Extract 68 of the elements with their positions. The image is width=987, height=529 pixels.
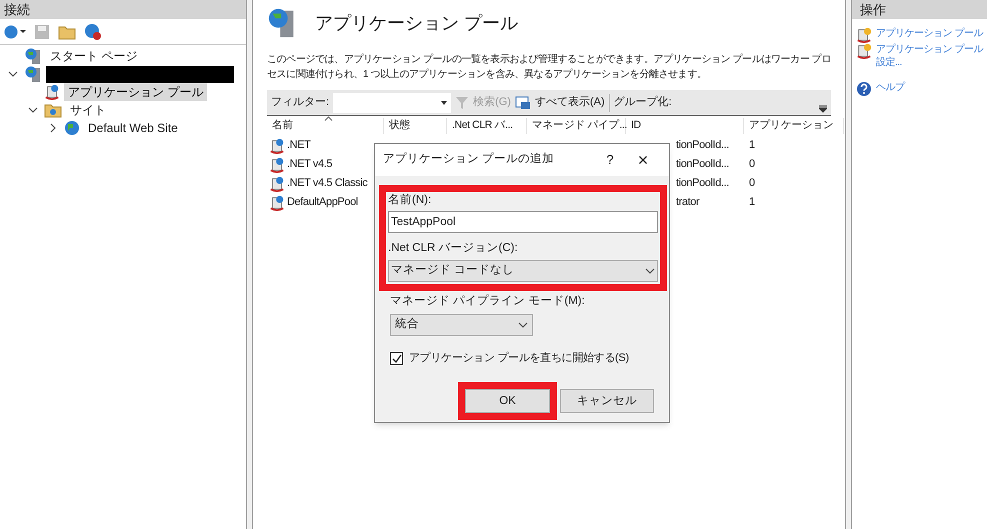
table-cell-text: DefaultAppPool	[287, 195, 358, 210]
table-cell-text: .NET v4.5	[287, 157, 332, 172]
start-checkbox[interactable]	[390, 352, 403, 364]
table-cell: 0	[749, 158, 755, 170]
dialog-title: アプリケーション プールの追加	[383, 151, 556, 168]
folder-icon	[44, 102, 62, 118]
globe-icon[interactable]	[4, 24, 26, 40]
name-field[interactable]: TestAppPool	[388, 211, 658, 234]
show-all-icon[interactable]	[514, 96, 531, 110]
clr-label: .Net CLR バージョン(C):	[388, 241, 519, 256]
pool-icon	[269, 194, 285, 210]
action-link[interactable]: ヘルプ	[876, 81, 904, 94]
globe-icon	[64, 120, 80, 136]
pool-icon	[856, 27, 872, 43]
pool-icon	[856, 43, 872, 59]
ok-button[interactable]: OK	[465, 389, 550, 414]
filter-label: フィルター:	[271, 95, 330, 110]
table-cell: 0	[749, 177, 755, 190]
table-cell-text: .NET	[287, 138, 310, 154]
show-all-button[interactable]: すべて表示(A)	[534, 94, 605, 111]
pipeline-dropdown[interactable]: 統合	[390, 314, 533, 336]
column-header[interactable]: 状態	[384, 118, 447, 134]
dropdown-arrow-icon	[441, 100, 448, 104]
group-label: グループ化:	[614, 94, 673, 110]
chevron-icon	[518, 322, 528, 328]
pool-icon	[44, 84, 60, 100]
panel-header: 操作	[852, 0, 987, 19]
name-label: 名前(N):	[388, 192, 432, 208]
cancel-button[interactable]: キャンセル	[560, 389, 654, 414]
table-cell: 1	[749, 139, 755, 152]
server-globe-icon	[24, 65, 42, 83]
column-header[interactable]: .Net CLR バ...	[447, 118, 527, 134]
chevron-icon	[645, 268, 655, 274]
folder-icon[interactable]	[58, 24, 76, 40]
funnel-icon	[455, 96, 470, 110]
table-cell: 1	[749, 196, 755, 208]
column-header[interactable]: ID	[626, 118, 744, 134]
filter-field[interactable]	[333, 92, 452, 112]
pool-icon	[269, 176, 285, 192]
page-description: このページでは、アプリケーション プールの一覧を表示および管理することができます。アプリケーション プールはワーカー プロセスに関連付けられ、1 つ以上のアプリケーションを含み、異なるアプリケーションを分離させます。	[267, 52, 831, 82]
table-cell: tionPoolId...	[676, 139, 729, 152]
checkmark-icon	[392, 354, 402, 362]
panel-header: 接続	[0, 0, 246, 19]
page-title: アプリケーション プール	[315, 12, 518, 34]
server-globe-icon	[24, 47, 42, 65]
overflow-icon[interactable]	[819, 105, 827, 113]
start-label: アプリケーション プールを直ちに開始する(S)	[409, 350, 629, 366]
pool-icon	[269, 156, 285, 172]
action-link[interactable]: アプリケーション プール	[876, 27, 983, 40]
disconnect-icon[interactable]	[84, 22, 102, 40]
close-button[interactable]: ×	[625, 146, 661, 174]
column-header[interactable]: マネージド パイプ...	[527, 118, 626, 134]
column-header[interactable]: 名前	[267, 118, 384, 134]
help-icon	[856, 81, 872, 97]
expand-caret-icon	[28, 107, 38, 113]
column-header[interactable]: アプリケーション	[744, 118, 844, 134]
expand-caret-icon	[8, 71, 18, 77]
action-link[interactable]: アプリケーション プール 設定...	[876, 43, 983, 69]
table-cell-text: .NET v4.5 Classic	[287, 176, 368, 192]
pool-icon	[269, 138, 285, 154]
collapse-caret-icon[interactable]	[50, 123, 56, 133]
clr-dropdown[interactable]: マネージド コードなし	[388, 260, 658, 282]
pipeline-label: マネージド パイプライン モード(M):	[390, 293, 586, 308]
table-cell: trator	[676, 196, 700, 208]
help-button[interactable]: ?	[595, 150, 625, 170]
table-cell: tionPoolId...	[676, 158, 729, 170]
table-cell: tionPoolId...	[676, 177, 729, 190]
tree-item[interactable]: アプリケーション プール	[64, 83, 208, 101]
